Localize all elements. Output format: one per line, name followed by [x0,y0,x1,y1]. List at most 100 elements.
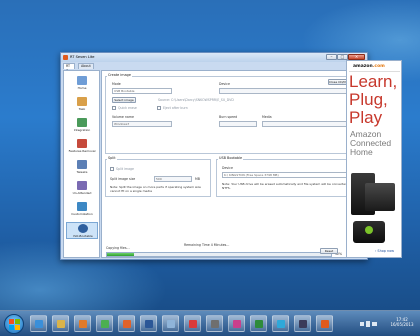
network-icon [233,320,241,328]
taskbar: 17:42 16/05/2013 [0,310,420,336]
taskbar-app-network[interactable] [228,315,245,332]
clock-date: 16/05/2013 [390,322,414,327]
progress-fill [107,253,134,256]
mode-label: Mode [112,82,121,86]
amazon-ad[interactable]: amazon.com Learn, Plug, Play Amazon Conn… [346,60,402,258]
volume-name-input[interactable]: Windows7 [112,121,172,127]
device-label: Device [219,82,230,86]
taskbar-app-calculator[interactable] [206,315,223,332]
progress-label: Copying files... [106,246,130,250]
split-note: Note: Split the image on more parts if o… [110,185,201,193]
taskbar-app-ie[interactable] [30,315,47,332]
sidebar-item-label: Integration [73,128,91,132]
tab-about[interactable]: About [78,63,94,69]
amazon-logo: amazon.com [353,64,385,69]
usb-bootable-group [216,159,361,197]
sidebar-item-task[interactable]: Task [66,96,98,113]
quick-erase-checkbox[interactable] [112,106,116,110]
sidebar-item-label: ISO-Bootable [73,234,93,238]
chrome-icon [101,320,109,328]
title-bar[interactable]: RT Seven Lite – □ × [61,53,367,62]
sidebar-item-tweaks[interactable]: Tweaks [66,159,98,176]
usb-note: Note: Your USB drive will be erased auto… [222,182,351,190]
shop-now-link[interactable]: › Shop now [375,249,394,253]
tweaks-icon [77,160,87,169]
progress-bar [106,252,332,257]
system-tray[interactable] [360,319,378,329]
excel-icon [255,320,263,328]
customization-icon [77,202,87,211]
taskbar-app-rt7lite[interactable] [316,315,333,332]
split-size-input[interactable]: 500 [154,176,192,182]
taskbar-app-mail[interactable] [184,315,201,332]
split-image-label: Split image [116,167,135,171]
usb-device-label: Device [222,166,233,170]
usb-device-select[interactable]: K:\ KINGSTON (Free Space 3798 MB) [222,172,356,178]
volume-name-label: Volume name [112,115,134,119]
taskbar-app-chrome[interactable] [96,315,113,332]
taskbar-app-word[interactable] [140,315,157,332]
create-image-title: Create image [107,73,132,77]
sidebar: Home Task Integration Features Removal T… [63,70,100,258]
taskbar-app-steam[interactable] [294,315,311,332]
sidebar-item-integration[interactable]: Integration [66,117,98,134]
tab-rt7lite[interactable]: RT 7 Lite [63,63,76,78]
burn-speed-select[interactable] [219,121,257,127]
ie-icon [35,320,43,328]
product-image-cube [353,221,385,243]
minimize-button[interactable]: – [326,54,337,60]
explorer-icon [57,320,65,328]
media-player-icon [79,320,87,328]
clock[interactable]: 17:42 16/05/2013 [388,317,416,327]
taskbar-app-paint[interactable] [162,315,179,332]
taskbar-app-excel[interactable] [250,315,267,332]
integration-icon [77,118,87,127]
usb-bootable-title: USB Bootable [218,156,244,160]
quick-erase-label: Quick erase [118,106,137,110]
mail-icon [189,320,197,328]
remaining-time: Remaining Time 4 Minutes... [184,243,230,247]
start-button[interactable] [4,314,24,334]
firefox-icon [123,320,131,328]
tray-icons [360,321,377,327]
ad-headline: Learn, Plug, Play [349,72,398,127]
taskbar-app-skype[interactable] [272,315,289,332]
sidebar-item-label: Tweaks [76,170,88,174]
reset-button[interactable]: Reset [320,248,338,254]
taskbar-app-firefox[interactable] [118,315,135,332]
steam-icon [299,320,307,328]
skype-icon [277,320,285,328]
eject-label: Eject after burn [163,106,188,110]
iso-bootable-icon [78,224,88,233]
split-image-checkbox[interactable] [110,167,114,171]
sidebar-item-label: Customization [71,212,93,216]
ad-subline: Amazon Connected Home [350,129,392,157]
task-icon [77,97,87,106]
sidebar-item-features-removal[interactable]: Features Removal [66,138,98,155]
mode-select[interactable]: USB Bootable [112,88,172,94]
source-path: Source: C:\Users\Darcy\SNKOWSPRR\E_SU_DV… [158,98,234,102]
calculator-icon [211,320,219,328]
device-select[interactable] [219,88,353,94]
taskbar-app-media-player[interactable] [74,315,91,332]
sidebar-item-iso-bootable[interactable]: ISO-Bootable [66,222,98,239]
unattended-icon [77,181,87,190]
window-title: RT Seven Lite [70,55,95,59]
sidebar-item-customization[interactable]: Customization [66,201,98,218]
select-image-button[interactable]: Select image [112,97,136,103]
sidebar-item-home[interactable]: Home [66,75,98,92]
word-icon [145,320,153,328]
media-field [262,121,353,127]
sidebar-item-label: Task [78,107,86,111]
split-size-label: Split image size [110,177,136,181]
features-removal-icon [77,139,87,148]
app-icon [63,55,68,60]
rt7lite-icon [321,320,329,328]
eject-checkbox[interactable] [157,106,161,110]
home-icon [77,76,87,85]
taskbar-app-explorer[interactable] [52,315,69,332]
burn-speed-label: Burn speed [219,115,238,119]
main-content: Create image Mode USB Bootable Device Cl… [101,70,365,258]
sidebar-item-label: Home [77,86,87,90]
sidebar-item-unattended[interactable]: Un-Attended [66,180,98,197]
